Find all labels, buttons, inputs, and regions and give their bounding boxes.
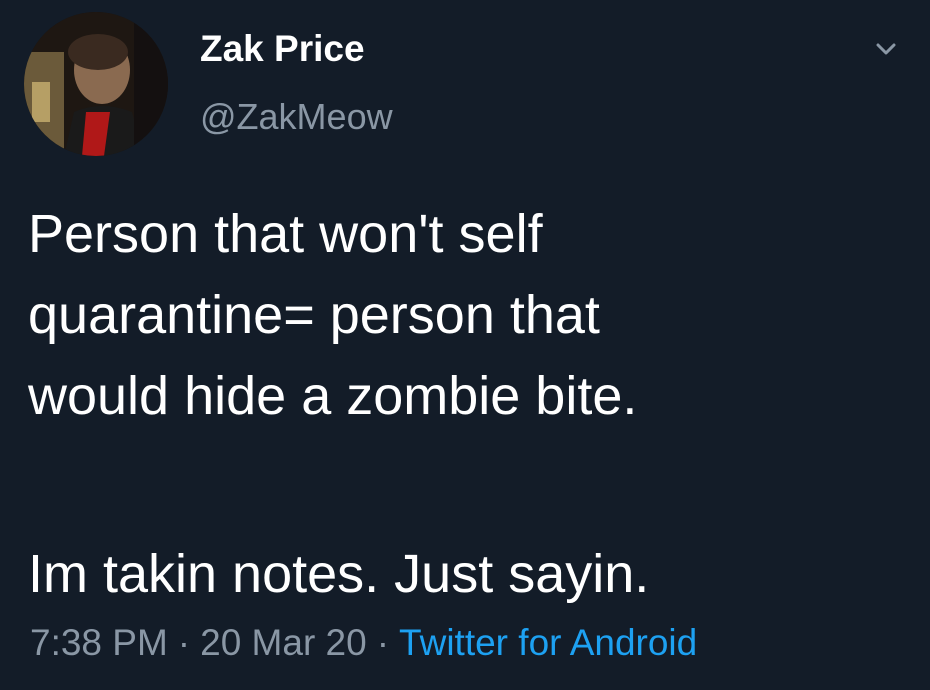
tweet-text-line: Im takin notes. Just sayin. xyxy=(28,544,650,604)
user-handle[interactable]: @ZakMeow xyxy=(200,96,393,138)
chevron-down-icon[interactable] xyxy=(868,32,904,68)
tweet-source-link[interactable]: Twitter for Android xyxy=(399,622,697,663)
tweet-time[interactable]: 7:38 PM xyxy=(30,622,168,663)
tweet-text-line: quarantine= person that xyxy=(28,285,600,345)
avatar-image xyxy=(24,12,168,156)
tweet-date[interactable]: 20 Mar 20 xyxy=(200,622,367,663)
tweet-text-line: would hide a zombie bite. xyxy=(28,366,638,426)
meta-separator: · xyxy=(177,622,191,663)
meta-separator: · xyxy=(376,622,390,663)
user-display-name[interactable]: Zak Price xyxy=(200,28,365,70)
user-avatar[interactable] xyxy=(24,12,168,156)
tweet-text-line: Person that won't self xyxy=(28,204,543,264)
tweet-card: Zak Price @ZakMeow Person that won't sel… xyxy=(0,0,930,690)
tweet-meta: 7:38 PM · 20 Mar 20 · Twitter for Android xyxy=(30,622,697,664)
